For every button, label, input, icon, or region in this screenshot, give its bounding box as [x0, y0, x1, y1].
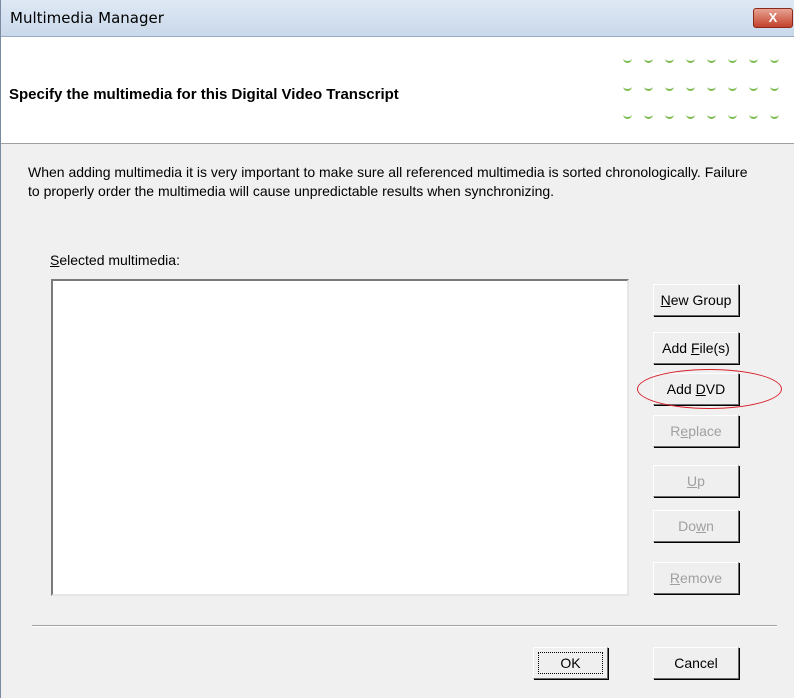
dialog-header: Specify the multimedia for this Digital … — [1, 37, 794, 144]
dot-mark — [728, 85, 737, 91]
dot-mark — [644, 85, 653, 91]
dot-mark — [686, 113, 695, 119]
window-title: Multimedia Manager — [10, 9, 164, 27]
title-bar[interactable]: Multimedia Manager X — [1, 0, 794, 37]
move-up-button[interactable]: Up — [653, 465, 739, 497]
dot-mark — [728, 57, 737, 63]
close-button[interactable]: X — [753, 8, 793, 28]
dot-mark — [665, 113, 674, 119]
dot-mark — [665, 85, 674, 91]
dot-mark — [644, 57, 653, 63]
dot-mark — [623, 85, 632, 91]
multimedia-manager-dialog: Multimedia Manager X Specify the multime… — [0, 0, 794, 698]
decorative-dots-icon — [623, 57, 793, 132]
new-group-button[interactable]: New Group — [653, 284, 739, 316]
dot-mark — [749, 57, 758, 63]
ok-button[interactable]: OK — [533, 647, 608, 679]
dot-mark — [707, 113, 716, 119]
instructions-text: When adding multimedia it is very import… — [28, 164, 748, 199]
dot-mark — [665, 57, 674, 63]
close-icon: X — [768, 10, 778, 25]
cancel-button[interactable]: Cancel — [653, 647, 739, 679]
dot-mark — [623, 113, 632, 119]
dot-mark — [749, 85, 758, 91]
remove-button[interactable]: Remove — [653, 562, 739, 594]
dot-mark — [707, 85, 716, 91]
dot-mark — [644, 113, 653, 119]
dot-mark — [749, 113, 758, 119]
dot-mark — [770, 113, 779, 119]
selected-multimedia-label: Selected multimedia: — [50, 252, 180, 268]
add-files-button[interactable]: Add File(s) — [653, 332, 739, 364]
dot-mark — [623, 57, 632, 63]
selected-multimedia-list[interactable] — [51, 279, 629, 596]
footer-divider — [32, 625, 777, 627]
dot-mark — [686, 85, 695, 91]
dot-mark — [770, 85, 779, 91]
dot-mark — [686, 57, 695, 63]
dot-mark — [770, 57, 779, 63]
header-title: Specify the multimedia for this Digital … — [9, 86, 399, 103]
dot-mark — [707, 57, 716, 63]
add-dvd-button[interactable]: Add DVD — [653, 373, 739, 405]
move-down-button[interactable]: Down — [653, 510, 739, 542]
dot-mark — [728, 113, 737, 119]
replace-button[interactable]: Replace — [653, 415, 739, 447]
